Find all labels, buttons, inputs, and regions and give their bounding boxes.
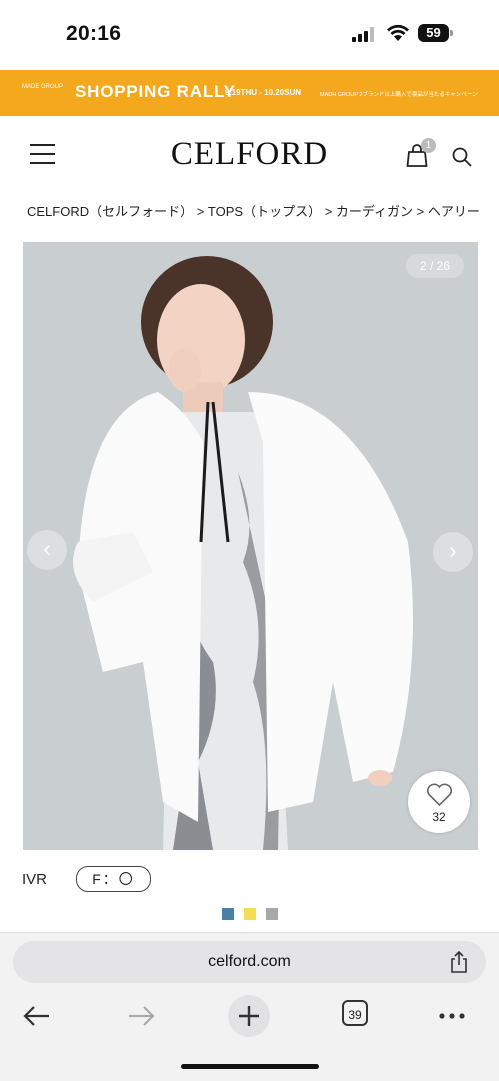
battery-icon: 59: [418, 24, 454, 42]
status-bar: 20:16 59: [0, 0, 499, 70]
status-time: 20:16: [66, 22, 122, 45]
back-icon[interactable]: [22, 1005, 50, 1027]
favorite-count: 32: [432, 810, 446, 824]
address-bar[interactable]: celford.com: [13, 941, 486, 983]
share-icon[interactable]: [449, 951, 469, 973]
image-counter: 2 / 26: [405, 254, 464, 278]
search-icon[interactable]: [451, 146, 473, 168]
banner-logo: MADE GROUP: [22, 84, 64, 90]
product-photo: [23, 242, 478, 850]
tabs-button[interactable]: 39: [342, 1000, 368, 1026]
next-image-button[interactable]: ›: [433, 532, 473, 572]
color-swatch-blue[interactable]: [222, 908, 234, 920]
forward-icon[interactable]: [128, 1005, 156, 1027]
banner-dates: 9.19THU - 10.20SUN: [225, 88, 302, 97]
cellular-signal-icon: [352, 27, 374, 42]
plus-icon: [239, 1006, 259, 1026]
url-text: celford.com: [208, 953, 291, 970]
color-swatch-gray[interactable]: [266, 908, 278, 920]
size-chip[interactable]: F：〇: [76, 866, 151, 892]
color-name: IVR: [22, 871, 48, 888]
color-swatch-yellow[interactable]: [244, 908, 256, 920]
cart-count-badge: 1: [421, 138, 436, 153]
product-image-gallery[interactable]: 2 / 26 ‹ ›: [23, 242, 478, 850]
home-indicator: [181, 1064, 319, 1069]
wifi-icon: [387, 24, 409, 41]
heart-icon: [427, 783, 452, 807]
previous-image-button[interactable]: ‹: [27, 530, 67, 570]
battery-percentage: 59: [426, 25, 441, 40]
browser-toolbar: celford.com: [0, 932, 499, 1081]
new-tab-button[interactable]: [228, 995, 270, 1037]
promo-banner[interactable]: MADE GROUP SHOPPING RALLY 9.19THU - 10.2…: [0, 70, 499, 116]
breadcrumb[interactable]: CELFORD（セルフォード） > TOPS（トップス） > カーディガン > …: [27, 201, 499, 220]
more-icon[interactable]: [438, 1012, 466, 1020]
banner-note: MADH GROUP 2ブランド以上購入で豪品が当たるキャンペーン: [320, 92, 478, 98]
banner-title: SHOPPING RALLY: [75, 82, 236, 101]
favorite-button[interactable]: 32: [408, 771, 470, 833]
site-header: CELFORD 1: [0, 116, 499, 194]
